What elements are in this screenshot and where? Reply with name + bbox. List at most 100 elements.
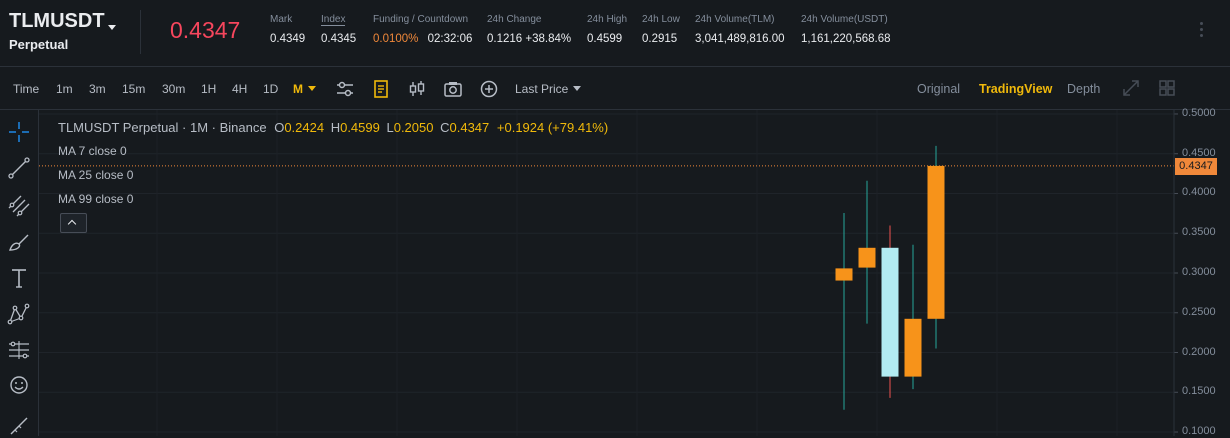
legend-close-label: C — [440, 120, 450, 135]
grid-lines — [39, 110, 1178, 436]
legend-open-label: O — [274, 120, 285, 135]
candles — [835, 145, 945, 410]
indicator-settings-icon[interactable] — [335, 79, 355, 99]
collapse-legend-button[interactable] — [60, 213, 87, 233]
stat-value: 0.4599 — [587, 33, 623, 45]
interval-month-dropdown[interactable]: M — [293, 82, 316, 96]
divider — [140, 10, 141, 54]
chart-area[interactable]: TLMUSDT Perpetual · 1M · Binance O0.2424… — [39, 106, 1230, 438]
price-type-dropdown[interactable]: Last Price — [515, 82, 582, 96]
price-axis-label: 0.3000 — [1182, 266, 1216, 278]
legend-ma99[interactable]: MA 99 close 0 — [58, 192, 133, 206]
legend-high-label: H — [330, 120, 341, 135]
stat-value: 0.4349 — [270, 33, 306, 45]
stat-label: 24h Volume(TLM) — [695, 14, 775, 25]
trend-line-icon[interactable] — [7, 156, 31, 180]
price-axis-label: 0.1500 — [1182, 385, 1216, 398]
stat-label: 24h High — [587, 14, 628, 25]
interval-1m[interactable]: 1m — [56, 82, 73, 96]
legend-ma7[interactable]: MA 7 close 0 — [58, 144, 127, 158]
interval-3m[interactable]: 3m — [89, 82, 106, 96]
legend-low-label: L — [386, 120, 394, 135]
camera-icon[interactable] — [443, 79, 463, 99]
legend-ma25[interactable]: MA 25 close 0 — [58, 168, 133, 182]
legend-close-value: 0.4347 — [449, 120, 490, 135]
chevron-down-icon — [573, 86, 582, 91]
stat-24h-low: 24h Low 0.2915 — [642, 14, 680, 45]
candle — [927, 145, 945, 349]
legend-title: TLMUSDT Perpetual · 1M · Binance — [58, 120, 267, 135]
ticker-header: TLMUSDT Perpetual 0.4347 Mark 0.4349 Ind… — [0, 0, 1230, 67]
stat-24h-volume-usdt: 24h Volume(USDT) 1,161,220,568.68 — [801, 14, 891, 45]
stat-value: 1,161,220,568.68 — [801, 33, 891, 45]
candle-body — [927, 165, 945, 319]
stat-label: Mark — [270, 14, 293, 25]
chevron-down-icon — [308, 86, 316, 91]
stat-index[interactable]: Index 0.4345 — [321, 14, 356, 45]
view-depth[interactable]: Depth — [1067, 82, 1100, 96]
add-circle-icon[interactable] — [479, 79, 499, 99]
view-original[interactable]: Original — [917, 82, 960, 96]
price-axis-label: 0.3500 — [1182, 226, 1216, 239]
interval-1d[interactable]: 1D — [263, 82, 278, 96]
candle — [904, 244, 922, 390]
legend-low-value: 0.2050 — [393, 120, 434, 135]
candle-body — [881, 247, 899, 377]
chart-legend: TLMUSDT Perpetual · 1M · Binance O0.2424… — [58, 120, 608, 135]
view-tradingview[interactable]: TradingView — [979, 82, 1052, 96]
candlestick-chart[interactable] — [39, 110, 1230, 436]
last-price-tag: 0.4347 — [1175, 157, 1217, 175]
brush-icon[interactable] — [7, 230, 31, 254]
candle-body — [858, 247, 876, 268]
candle — [881, 225, 899, 398]
favorite-bookmark-icon[interactable] — [371, 79, 391, 99]
pattern-icon[interactable] — [7, 302, 31, 326]
stat-label: 24h Low — [642, 14, 680, 25]
interval-time[interactable]: Time — [13, 82, 39, 96]
price-axis-label: 0.4000 — [1182, 186, 1216, 199]
interval-1h[interactable]: 1H — [201, 82, 216, 96]
interval-4h[interactable]: 4H — [232, 82, 247, 96]
interval-selected: M — [293, 82, 303, 96]
stat-value: 0.1216 +38.84% — [487, 33, 572, 45]
stat-label[interactable]: Index — [321, 14, 346, 26]
contract-type: Perpetual — [9, 37, 69, 52]
interval-30m[interactable]: 30m — [162, 82, 185, 96]
legend-change: +0.1924 (+79.41%) — [496, 120, 609, 135]
price-axis-label: 0.2000 — [1182, 345, 1216, 358]
candle-style-icon[interactable] — [407, 79, 427, 99]
chart-toolbar: Time 1m 3m 15m 30m 1H 4H 1D M Last Price… — [0, 67, 1230, 110]
expand-icon[interactable] — [1122, 79, 1140, 97]
symbol-dropdown-icon[interactable] — [108, 25, 116, 30]
stat-label: 24h Change — [487, 14, 542, 25]
funding-rate: 0.0100% — [373, 33, 419, 45]
price-axis-label: 0.2500 — [1182, 305, 1216, 318]
interval-15m[interactable]: 15m — [122, 82, 145, 96]
stat-24h-high: 24h High 0.4599 — [587, 14, 627, 45]
stat-value: 0.2915 — [642, 33, 678, 45]
candle-body — [904, 318, 922, 377]
candle-body — [835, 268, 853, 281]
crosshair-icon[interactable] — [7, 120, 31, 144]
stat-24h-volume-tlm: 24h Volume(TLM) 3,041,489,816.00 — [695, 14, 785, 45]
stat-label: 24h Volume(USDT) — [801, 14, 888, 25]
measure-icon[interactable] — [7, 338, 31, 362]
stat-funding: Funding / Countdown 0.0100% 02:32:06 — [373, 14, 472, 45]
layout-grid-icon[interactable] — [1158, 79, 1176, 97]
legend-high-value: 0.4599 — [340, 120, 380, 135]
ruler-icon[interactable] — [7, 414, 31, 438]
funding-countdown: 02:32:06 — [427, 33, 473, 45]
price-axis-label: 0.1000 — [1182, 425, 1216, 438]
stat-24h-change: 24h Change 0.1216 +38.84% — [487, 14, 571, 45]
stat-label: Funding / Countdown — [373, 14, 469, 25]
text-icon[interactable] — [7, 266, 31, 290]
symbol-name[interactable]: TLMUSDT — [9, 10, 105, 33]
stat-value: 0.4345 — [321, 33, 357, 45]
more-options-icon[interactable] — [1200, 22, 1203, 40]
legend-open-value: 0.2424 — [284, 120, 325, 135]
fib-channel-icon[interactable] — [7, 194, 31, 218]
stat-value: 3,041,489,816.00 — [695, 33, 785, 45]
emoji-icon[interactable] — [7, 373, 31, 397]
candle — [835, 212, 853, 410]
price-axis-label: 0.5000 — [1182, 106, 1216, 119]
